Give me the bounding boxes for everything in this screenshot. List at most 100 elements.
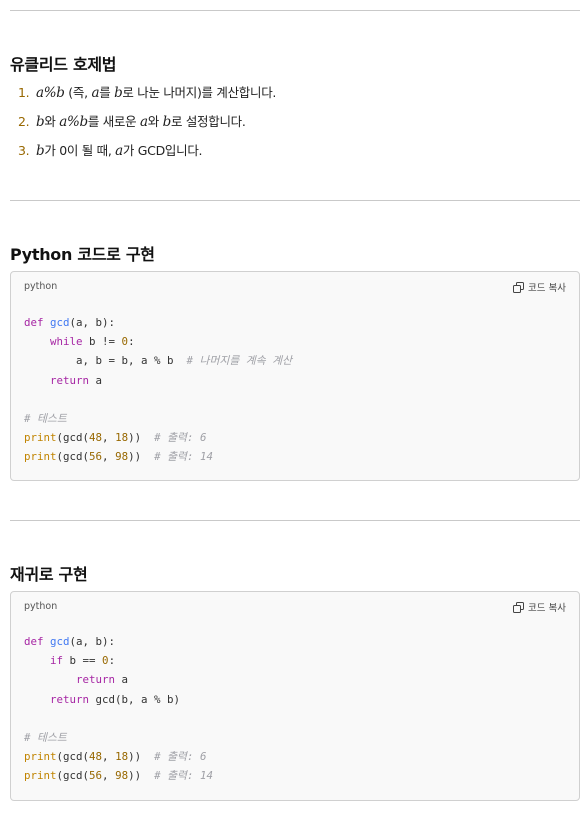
code-token: 18	[115, 750, 129, 764]
code-token: 56	[89, 769, 103, 783]
code-token: print	[24, 750, 57, 764]
step-text: 를 새로운	[87, 114, 140, 129]
code-token: a	[115, 673, 129, 687]
copy-code-button[interactable]: 코드 복사	[513, 600, 566, 614]
code-token: 56	[89, 450, 103, 464]
step-text: (즉,	[64, 85, 92, 100]
code-token: a	[89, 373, 103, 387]
code-token: (gcd(	[56, 750, 90, 764]
heading-recursive-impl: 재귀로 구현	[10, 565, 88, 584]
code-comment: # 출력: 14	[154, 450, 213, 464]
code-language-label: python	[24, 601, 58, 612]
code-line-7: print(gcd(48, 18)) # 출력: 6	[24, 431, 206, 444]
copy-icon	[513, 281, 525, 293]
code-token: (gcd(	[56, 769, 90, 783]
code-line-7: print(gcd(48, 18)) # 출력: 6	[24, 750, 206, 763]
code-token: ))	[128, 750, 155, 764]
code-line-8: print(gcd(56, 98)) # 출력: 14	[24, 769, 213, 782]
math-expr: a	[140, 114, 148, 130]
code-block-recursive: python 코드 복사 def gcd(a, b): if b == 0: r…	[10, 591, 580, 801]
code-token: 48	[89, 750, 103, 764]
code-token: gcd	[50, 635, 70, 648]
divider-top	[10, 10, 580, 11]
code-token: def	[24, 316, 44, 329]
code-line-4: return a	[24, 374, 102, 387]
code-token: return	[76, 673, 116, 687]
code-block-python: python 코드 복사 def gcd(a, b): while b != 0…	[10, 271, 580, 481]
code-token: print	[24, 450, 57, 464]
code-comment: # 나머지를 계속 계산	[186, 354, 292, 368]
divider-2	[10, 520, 580, 521]
math-expr: a%b	[59, 114, 88, 130]
code-line-3: a, b = b, a % b # 나머지를 계속 계산	[24, 354, 292, 367]
code-token: ))	[128, 769, 155, 783]
code-language-label: python	[24, 281, 58, 292]
code-token: :	[128, 335, 135, 349]
math-expr: a%b	[36, 85, 65, 101]
code-token: return	[50, 373, 90, 387]
step-number: 2.	[18, 114, 30, 129]
code-token: ,	[102, 450, 116, 464]
step-text: 와	[44, 114, 60, 129]
code-line-2: if b == 0:	[24, 654, 115, 667]
code-token: ))	[128, 431, 155, 445]
code-token: gcd(b, a % b)	[89, 692, 181, 706]
code-token: (a, b):	[69, 635, 116, 648]
code-token: ))	[128, 450, 155, 464]
code-token: def	[24, 635, 44, 648]
step-item-2: 2. b와 a%b를 새로운 a와 b로 설정합니다.	[18, 111, 246, 130]
code-token: 98	[115, 450, 129, 464]
code-token: print	[24, 769, 57, 783]
code-token: print	[24, 431, 57, 445]
code-token: :	[108, 654, 116, 668]
step-text: 로 설정합니다.	[170, 114, 246, 129]
step-item-3: 3. b가 0이 될 때, a가 GCD입니다.	[18, 140, 203, 159]
divider-1	[10, 200, 580, 201]
code-comment: # 출력: 6	[154, 431, 207, 445]
math-expr: a	[115, 143, 123, 159]
code-token: (gcd(	[56, 450, 90, 464]
code-token: 18	[115, 431, 129, 445]
code-token: (a, b):	[69, 316, 116, 329]
code-token: 48	[89, 431, 103, 445]
code-token: return	[50, 692, 90, 706]
copy-icon	[513, 601, 525, 613]
code-line-4: return gcd(b, a % b)	[24, 693, 180, 706]
copy-code-button[interactable]: 코드 복사	[513, 280, 566, 294]
heading-python-impl: Python 코드로 구현	[10, 245, 155, 264]
code-line-1: def gcd(a, b):	[24, 316, 115, 329]
code-content: def gcd(a, b): if b == 0: return a retur…	[24, 632, 213, 786]
step-text: 를	[99, 85, 115, 100]
code-comment: # 출력: 14	[154, 769, 213, 783]
code-token: a, b = b, a % b	[76, 354, 187, 368]
step-text: 가 0이 될 때,	[44, 143, 116, 158]
heading-euclid: 유클리드 호제법	[10, 55, 117, 74]
code-token: b ==	[63, 654, 103, 668]
copy-code-label: 코드 복사	[528, 603, 566, 614]
copy-code-label: 코드 복사	[528, 283, 566, 294]
code-token: (gcd(	[56, 431, 90, 445]
step-number: 3.	[18, 143, 30, 158]
math-expr: b	[162, 114, 172, 130]
code-line-3: return a	[24, 673, 128, 686]
code-token: ,	[102, 750, 116, 764]
step-item-1: 1. a%b (즉, a를 b로 나눈 나머지)를 계산합니다.	[18, 82, 276, 101]
code-line-6: # 테스트	[24, 731, 67, 744]
code-line-6: # 테스트	[24, 412, 67, 425]
step-text: 로 나눈 나머지)를 계산합니다.	[122, 85, 277, 100]
code-token: while	[50, 335, 83, 349]
code-content: def gcd(a, b): while b != 0: a, b = b, a…	[24, 313, 292, 467]
step-text: 와	[147, 114, 163, 129]
step-text: 가 GCD입니다.	[122, 143, 203, 158]
code-comment: # 테스트	[24, 412, 67, 426]
code-comment: # 출력: 6	[154, 750, 207, 764]
code-line-8: print(gcd(56, 98)) # 출력: 14	[24, 450, 213, 463]
code-line-2: while b != 0:	[24, 335, 135, 348]
code-token: ,	[102, 431, 116, 445]
code-token: if	[50, 654, 64, 668]
code-token: 98	[115, 769, 129, 783]
code-token: b !=	[82, 335, 122, 349]
code-line-1: def gcd(a, b):	[24, 635, 115, 648]
code-token: gcd	[50, 316, 70, 329]
code-comment: # 테스트	[24, 731, 67, 745]
